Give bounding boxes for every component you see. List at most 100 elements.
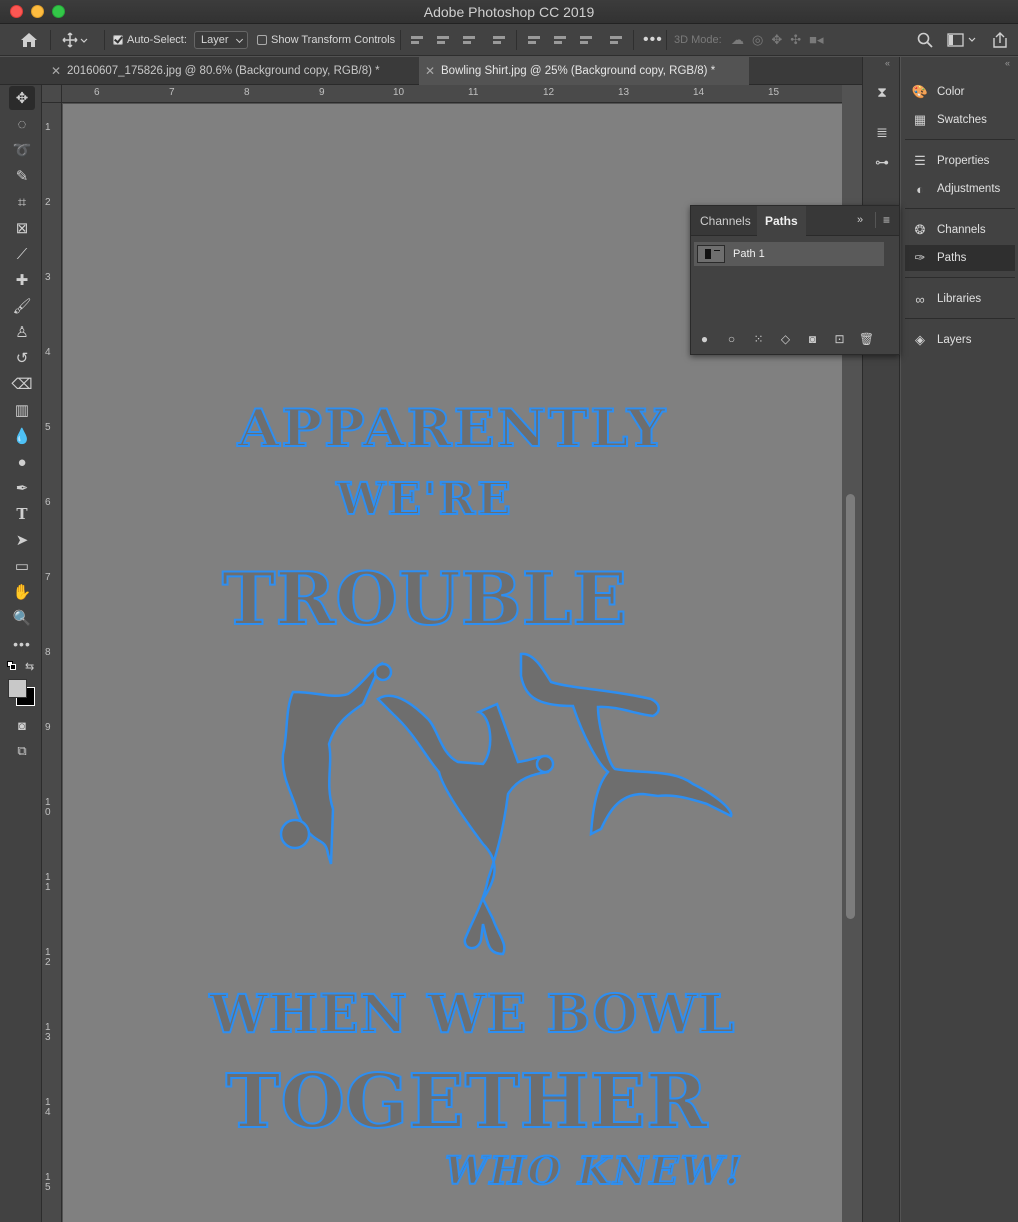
home-icon[interactable] (20, 24, 38, 56)
panel-libraries[interactable]: ∞ Libraries (905, 286, 1015, 312)
auto-select-target-dropdown[interactable]: Layer (194, 31, 248, 49)
ruler-label: 1 5 (45, 1172, 51, 1193)
search-icon[interactable] (917, 24, 933, 56)
move-tool-preset-icon[interactable] (62, 24, 88, 56)
more-options-icon[interactable]: ••• (643, 24, 663, 56)
type-tool-icon[interactable]: T (9, 502, 35, 526)
healing-brush-tool-icon[interactable]: ✚ (9, 268, 35, 292)
ruler-label: 6 (94, 87, 100, 98)
brush-tool-icon[interactable]: 🖌 (9, 294, 35, 318)
adjustments-icon: ◐ (916, 181, 924, 197)
collapse-dock-icon[interactable]: « (1005, 58, 1010, 68)
marquee-tool-icon[interactable]: ◌ (9, 112, 35, 136)
ruler-label: 6 (45, 497, 51, 508)
tab-document-1[interactable]: ✕ 20160607_175826.jpg @ 80.6% (Backgroun… (45, 57, 415, 85)
align-bottom-edges-icon[interactable] (580, 24, 592, 56)
new-path-icon[interactable]: ⊡ (826, 332, 853, 346)
distribute-horizontal-icon[interactable] (610, 24, 622, 56)
ruler-label: 11 (468, 87, 479, 98)
ruler-label: 13 (618, 87, 630, 98)
make-work-path-icon[interactable]: ◇ (772, 332, 799, 346)
history-brush-tool-icon[interactable]: ↺ (9, 346, 35, 370)
zoom-tool-icon[interactable]: 🔍 (9, 606, 35, 630)
show-transform-checkbox[interactable]: Show Transform Controls (257, 24, 395, 56)
quick-mask-icon[interactable]: ◙ (9, 713, 35, 737)
3d-roll-icon[interactable]: ◎ (752, 32, 763, 48)
path-selection-tool-icon[interactable]: ➤ (9, 528, 35, 552)
ruler-origin[interactable] (42, 85, 62, 103)
share-icon[interactable] (991, 24, 1009, 56)
align-right-edges-icon[interactable] (463, 24, 475, 56)
dodge-tool-icon[interactable]: ● (9, 450, 35, 474)
pen-tool-icon[interactable]: ✒ (9, 476, 35, 500)
3d-slide-icon[interactable]: ✣ (790, 32, 801, 48)
history-panel-icon[interactable]: ⧗ (871, 81, 893, 103)
options-bar: Auto-Select: Layer Show Transform Contro… (0, 24, 1018, 56)
blur-tool-icon[interactable]: 💧 (9, 424, 35, 448)
brush-settings-icon[interactable]: ≣ (871, 121, 893, 143)
panel-layers[interactable]: ◈ Layers (905, 327, 1015, 353)
fill-path-icon[interactable]: ● (691, 332, 718, 346)
properties-icon: ☰ (914, 153, 926, 168)
vertical-ruler[interactable]: 1 2 3 4 5 6 7 8 9 1 0 1 1 1 2 1 3 1 4 1 … (42, 103, 62, 1222)
3d-scale-icon[interactable]: ■◂ (809, 32, 823, 48)
3d-pan-icon[interactable]: ✥ (771, 32, 782, 48)
stroke-path-icon[interactable]: ○ (718, 332, 745, 346)
eyedropper-tool-icon[interactable]: ⟋ (9, 242, 35, 266)
swap-colors-icon[interactable]: ⇆ (25, 660, 34, 673)
close-tab-icon[interactable]: ✕ (425, 57, 435, 85)
panel-adjustments[interactable]: ◐ Adjustments (905, 176, 1015, 202)
path-list-item[interactable]: Path 1 (694, 242, 884, 266)
ruler-label: 1 1 (45, 872, 51, 893)
lasso-tool-icon[interactable]: ➰ (9, 138, 35, 162)
title-bar: Adobe Photoshop CC 2019 (0, 0, 1018, 24)
move-tool-icon[interactable]: ✥ (9, 86, 35, 110)
add-mask-icon[interactable]: ◙ (799, 332, 826, 346)
tab-paths[interactable]: Paths (757, 206, 806, 236)
panel-menu-icon[interactable]: ≡ (883, 213, 890, 227)
collapse-panel-icon[interactable]: « (885, 58, 890, 68)
ruler-label: 1 (45, 122, 51, 133)
load-path-as-selection-icon[interactable]: ⁙ (745, 332, 772, 346)
auto-select-checkbox[interactable]: Auto-Select: (113, 24, 187, 56)
tool-presets-icon[interactable]: ⊶ (871, 151, 893, 173)
panel-label: Libraries (937, 293, 982, 305)
checkbox-unchecked-icon (257, 35, 267, 45)
scrollbar-thumb[interactable] (846, 494, 855, 919)
auto-select-label: Auto-Select: (127, 34, 187, 46)
panel-properties[interactable]: ☰ Properties (905, 148, 1015, 174)
bowlers-silhouette-paths (279, 652, 733, 956)
quick-selection-tool-icon[interactable]: ✎ (9, 164, 35, 188)
screen-mode-icon[interactable]: ⧉ (9, 739, 35, 763)
align-horizontal-centers-icon[interactable] (437, 24, 449, 56)
gradient-tool-icon[interactable]: ▥ (9, 398, 35, 422)
close-tab-icon[interactable]: ✕ (51, 57, 61, 85)
align-vertical-centers-icon[interactable] (554, 24, 566, 56)
tab-channels[interactable]: Channels (692, 206, 759, 236)
ruler-label: 8 (244, 87, 250, 98)
tab-document-2[interactable]: ✕ Bowling Shirt.jpg @ 25% (Background co… (419, 57, 749, 85)
ruler-label: 1 0 (45, 797, 51, 818)
clone-stamp-tool-icon[interactable]: ♙ (9, 320, 35, 344)
workspace-switcher-icon[interactable] (947, 24, 977, 56)
3d-orbit-icon[interactable]: ☁ (731, 32, 744, 48)
crop-tool-icon[interactable]: ⌗ (9, 190, 35, 214)
edit-toolbar-icon[interactable]: ••• (9, 632, 35, 656)
default-colors-icon[interactable] (7, 661, 17, 671)
delete-path-icon[interactable]: 🗑 (853, 332, 880, 346)
frame-tool-icon[interactable]: ⊠ (9, 216, 35, 240)
align-left-edges-icon[interactable] (411, 24, 423, 56)
distribute-vertical-icon[interactable] (493, 24, 505, 56)
horizontal-ruler[interactable]: 6 7 8 9 10 11 12 13 14 15 (62, 85, 842, 103)
collapse-panel-icon[interactable]: » (857, 214, 863, 226)
eraser-tool-icon[interactable]: ⌫ (9, 372, 35, 396)
align-top-edges-icon[interactable] (528, 24, 540, 56)
foreground-color-swatch[interactable] (8, 679, 27, 698)
panel-swatches[interactable]: ▦ Swatches (905, 107, 1015, 133)
hand-tool-icon[interactable]: ✋ (9, 580, 35, 604)
rectangle-tool-icon[interactable]: ▭ (9, 554, 35, 578)
panel-color[interactable]: 🎨 Color (905, 79, 1015, 105)
ruler-label: 4 (45, 347, 51, 358)
panel-paths[interactable]: ✑ Paths (905, 245, 1015, 271)
panel-channels[interactable]: ❂ Channels (905, 217, 1015, 243)
